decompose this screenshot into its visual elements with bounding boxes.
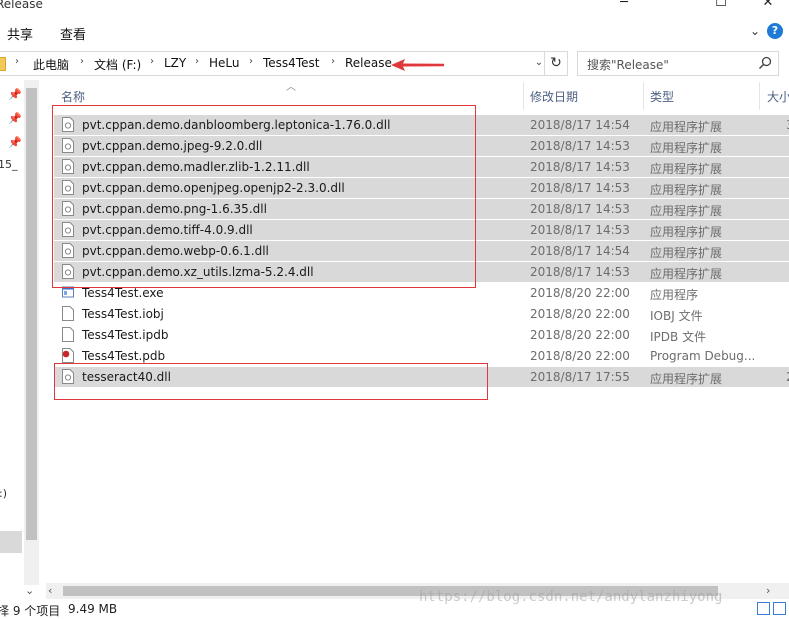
chevron-right-icon[interactable]: › [15, 56, 19, 67]
file-type: 应用程序扩展 [650, 225, 723, 239]
file-date: 2018/8/17 14:53 [530, 160, 630, 174]
file-row[interactable]: Tess4Test.ipdb 2018/8/20 22:00 IPDB 文件 [54, 325, 789, 346]
file-date: 2018/8/17 14:53 [530, 181, 630, 195]
breadcrumb-this-pc[interactable]: 此电脑 [33, 56, 69, 73]
search-placeholder: 搜索"Release" [587, 58, 669, 72]
ribbon: 共享 查看 ⌄ ? [0, 14, 789, 44]
annotation-box [54, 363, 488, 400]
window-title: Release [0, 0, 43, 11]
chevron-left-icon[interactable]: ‹ [48, 584, 52, 597]
annotation-arrow [391, 59, 444, 71]
chevron-down-icon[interactable]: ⌄ [532, 51, 546, 74]
title-bar: Release ─ ☐ ✕ [0, 0, 789, 14]
column-header-name[interactable]: 名称 [61, 88, 85, 105]
close-button[interactable]: ✕ [745, 0, 789, 12]
file-type: 应用程序扩展 [650, 372, 723, 386]
file-type: 应用程序扩展 [650, 204, 723, 218]
file-date: 2018/8/17 14:53 [530, 223, 630, 237]
file-type: 应用程序扩展 [650, 162, 723, 176]
column-divider[interactable] [643, 82, 644, 110]
file-name: Tess4Test.pdb [82, 349, 166, 363]
file-date: 2018/8/17 14:54 [530, 244, 630, 258]
pdb-icon [62, 348, 74, 363]
nav-scrollbar-thumb[interactable] [26, 88, 37, 540]
breadcrumb-tess4test[interactable]: Tess4Test [263, 56, 319, 70]
watermark: https://blog.csdn.net/andylanzhiyong [419, 589, 723, 605]
column-divider[interactable] [523, 82, 524, 110]
nav-item-selected[interactable] [0, 531, 22, 553]
column-header-size[interactable]: 大小 [767, 88, 789, 105]
chevron-right-icon[interactable]: › [150, 56, 154, 67]
pin-icon[interactable]: 📌 [8, 136, 22, 149]
file-date: 2018/8/17 14:53 [530, 265, 630, 279]
file-type: IPDB 文件 [650, 330, 707, 344]
file-date: 2018/8/17 17:55 [530, 370, 630, 384]
file-date: 2018/8/20 22:00 [530, 349, 630, 363]
status-selected-count: 择 9 个项目 [0, 604, 61, 618]
breadcrumb-lzy[interactable]: LZY [164, 56, 186, 70]
chevron-right-icon[interactable]: › [331, 56, 335, 67]
file-type: 应用程序扩展 [650, 183, 723, 197]
file-type: 应用程序扩展 [650, 246, 723, 260]
breadcrumb-documents-drive[interactable]: 文档 (F:) [94, 56, 141, 73]
pin-icon[interactable]: 📌 [8, 112, 22, 125]
file-date: 2018/8/20 22:00 [530, 328, 630, 342]
file-icon [62, 306, 74, 321]
file-type: 应用程序 [650, 288, 699, 302]
breadcrumb-release[interactable]: Release [345, 56, 392, 70]
tab-share[interactable]: 共享 [7, 24, 33, 43]
column-divider[interactable] [759, 82, 760, 110]
tab-view[interactable]: 查看 [60, 24, 86, 43]
search-icon[interactable] [758, 56, 772, 70]
file-name: Tess4Test.ipdb [82, 328, 169, 342]
chevron-right-icon[interactable]: › [195, 56, 199, 67]
file-name: Tess4Test.iobj [82, 307, 164, 321]
status-selected-size: 9.49 MB [68, 602, 118, 616]
sort-ascending-icon: ︿ [286, 82, 296, 93]
file-date: 2018/8/20 22:00 [530, 307, 630, 321]
nav-item-label[interactable]: 15_ [0, 158, 18, 171]
file-type: 应用程序扩展 [650, 267, 723, 281]
file-date: 2018/8/17 14:53 [530, 202, 630, 216]
nav-item-label[interactable]: :) [0, 487, 7, 500]
details-view-icon[interactable] [757, 602, 770, 615]
file-type: 应用程序扩展 [650, 141, 723, 155]
ribbon-expand-icon[interactable]: ⌄ [750, 24, 760, 38]
file-date: 2018/8/20 22:00 [530, 286, 630, 300]
breadcrumb-helu[interactable]: HeLu [209, 56, 240, 70]
search-input[interactable]: 搜索"Release" [577, 51, 779, 76]
refresh-icon[interactable]: ↻ [545, 51, 568, 76]
file-type: Program Debug... [650, 349, 756, 363]
maximize-button[interactable]: ☐ [698, 0, 744, 12]
annotation-box [52, 105, 476, 288]
file-type: IOBJ 文件 [650, 309, 703, 323]
minimize-button[interactable]: ─ [601, 0, 647, 12]
pin-icon[interactable]: 📌 [8, 88, 22, 101]
file-name: Tess4Test.exe [82, 286, 164, 300]
chevron-right-icon[interactable]: › [249, 56, 253, 67]
large-icons-view-icon[interactable] [773, 602, 786, 615]
chevron-right-icon[interactable]: › [766, 584, 770, 597]
file-date: 2018/8/17 14:54 [530, 118, 630, 132]
file-row[interactable]: Tess4Test.iobj 2018/8/20 22:00 IOBJ 文件 [54, 304, 789, 325]
file-date: 2018/8/17 14:53 [530, 139, 630, 153]
column-header-date[interactable]: 修改日期 [530, 88, 578, 105]
file-type: 应用程序扩展 [650, 120, 723, 134]
chevron-right-icon[interactable]: › [80, 56, 84, 67]
chevron-down-icon[interactable]: ⌄ [25, 584, 34, 597]
folder-icon [0, 57, 6, 71]
address-bar[interactable]: › 此电脑 › 文档 (F:) › LZY › HeLu › Tess4Test… [0, 51, 545, 76]
column-header-type[interactable]: 类型 [650, 88, 674, 105]
help-icon[interactable]: ? [767, 23, 783, 39]
file-icon [62, 327, 74, 342]
